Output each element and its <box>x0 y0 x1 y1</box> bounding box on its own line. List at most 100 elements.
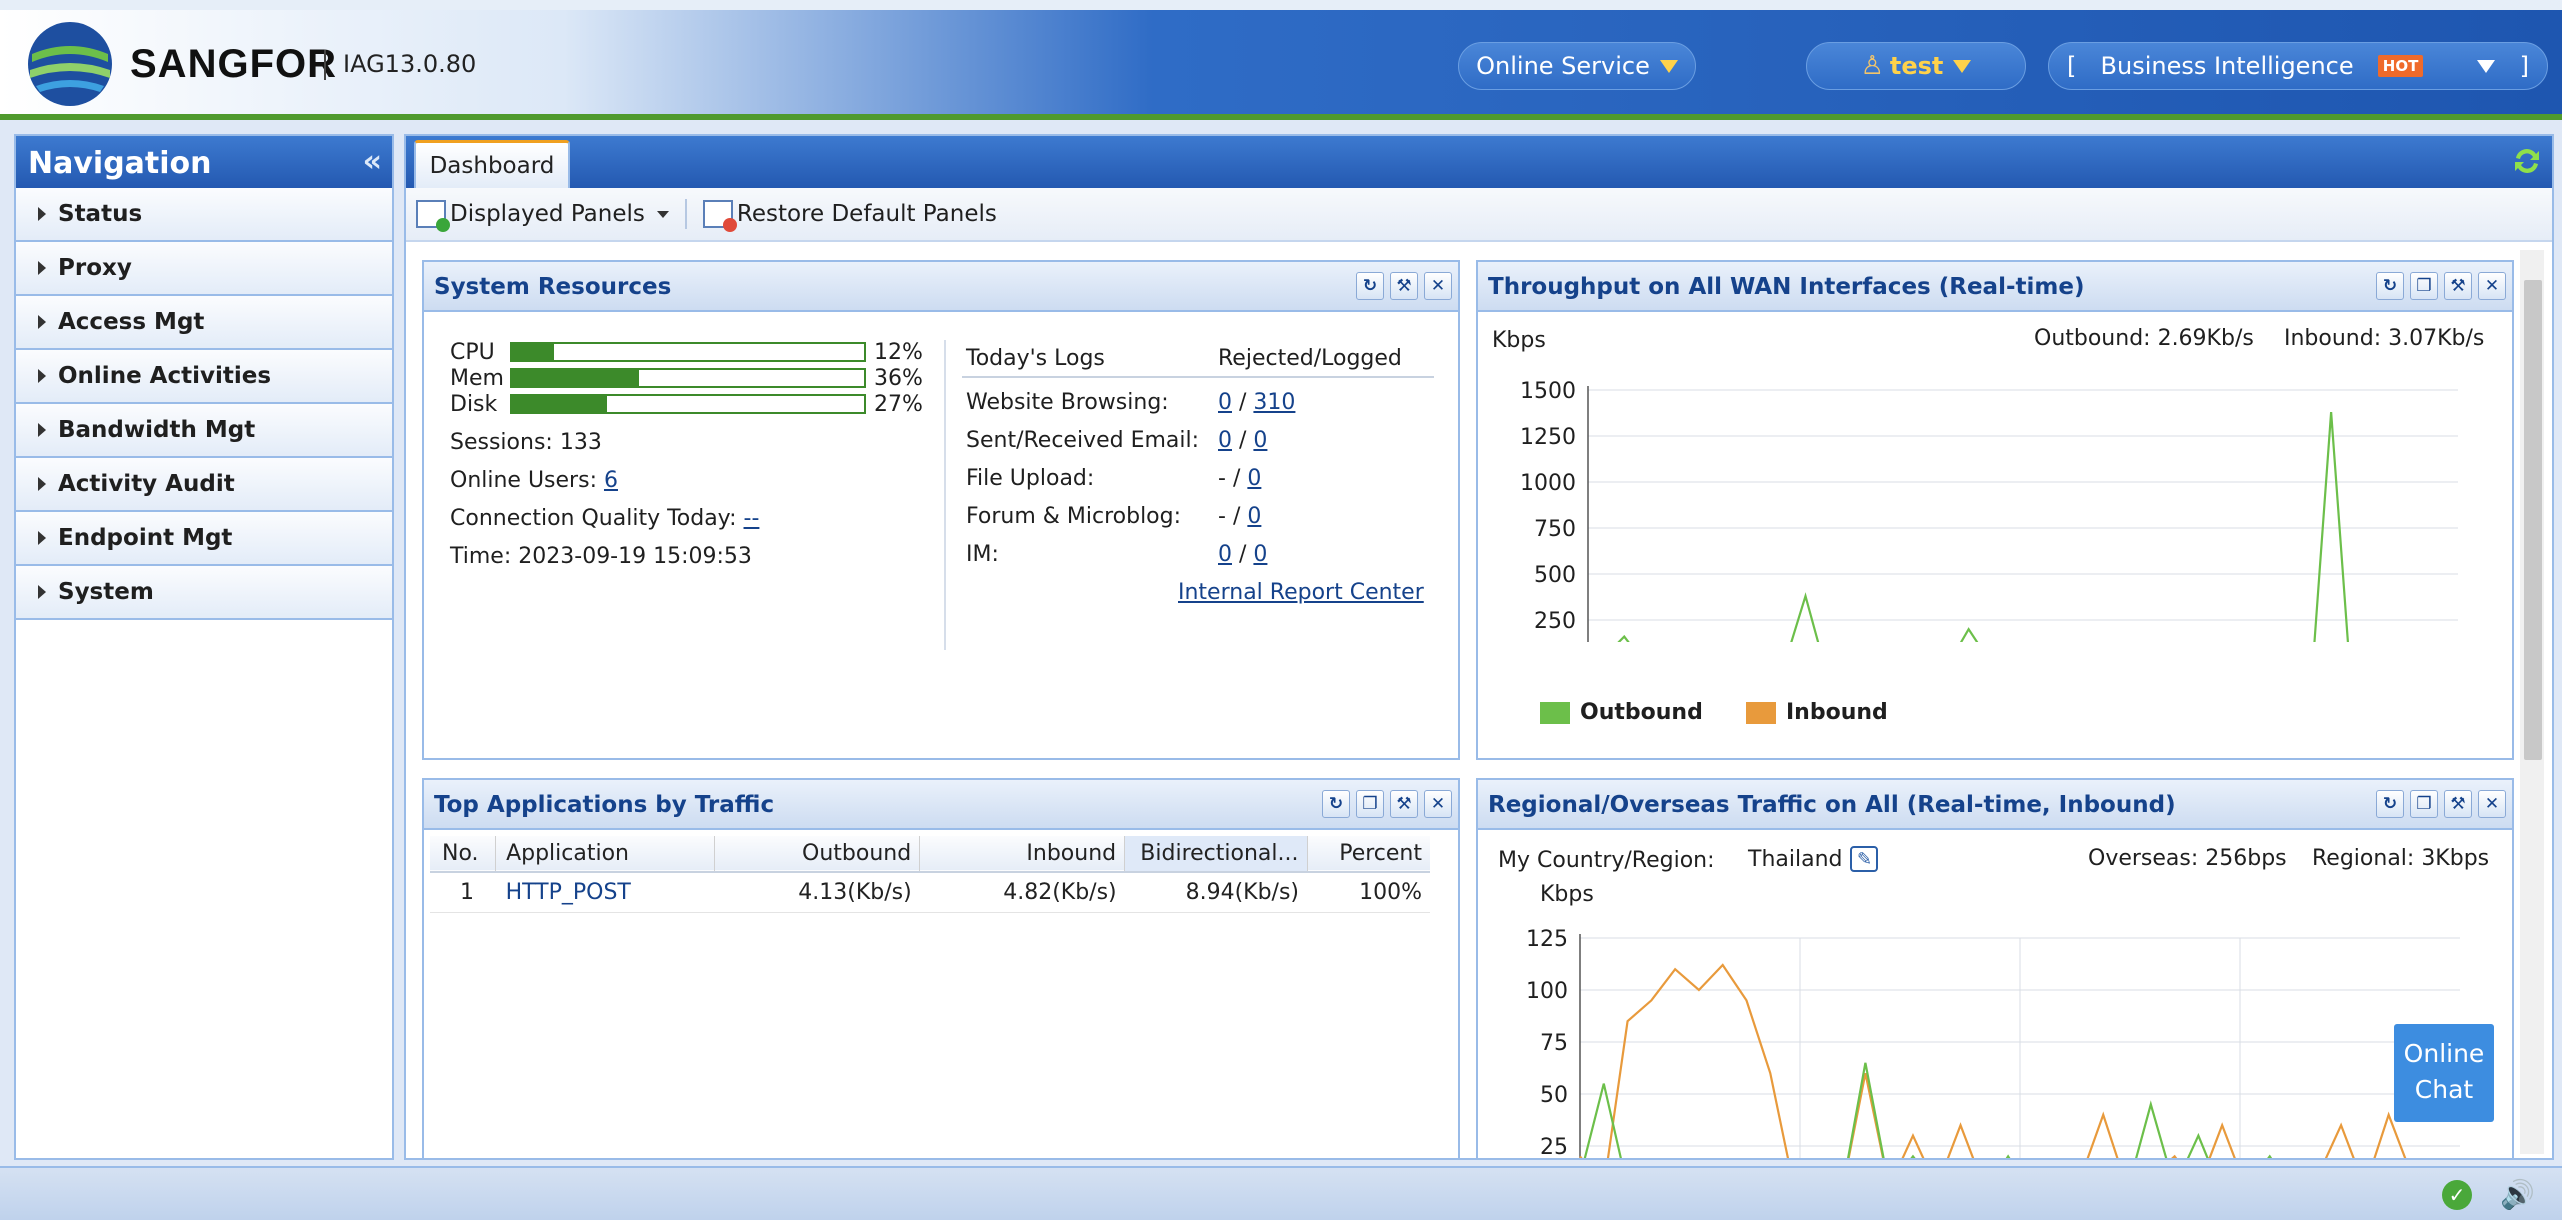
column-header[interactable]: Bidirectional... <box>1124 836 1308 872</box>
expand-arrow-icon <box>38 207 46 221</box>
log-rejected-link[interactable]: 0 <box>1218 390 1232 415</box>
refresh-icon[interactable]: ↻ <box>1322 790 1350 818</box>
close-icon[interactable]: ✕ <box>1424 272 1452 300</box>
top-applications-panel: Top Applications by Traffic ↻ ❐ ⚒ ✕ No. … <box>422 778 1460 1160</box>
mem-label: Mem <box>450 366 504 391</box>
edit-icon[interactable]: ✎ <box>1850 846 1879 872</box>
displayed-panels-button[interactable]: Displayed Panels <box>416 200 669 232</box>
collapse-icon[interactable]: « <box>363 144 382 179</box>
mem-bar <box>510 368 866 388</box>
regional-traffic-panel: Regional/Overseas Traffic on All (Real-t… <box>1476 778 2514 1160</box>
nav-item-label: Status <box>58 201 143 227</box>
chat-line2: Chat <box>2414 1075 2474 1104</box>
nav-item-access-mgt[interactable]: Access Mgt <box>16 296 392 350</box>
hot-badge: HOT <box>2377 55 2424 77</box>
maximize-icon[interactable]: ❐ <box>2410 790 2438 818</box>
log-label: IM: <box>966 542 999 567</box>
legend-swatch <box>1540 701 1570 724</box>
expand-arrow-icon <box>38 531 46 545</box>
close-icon[interactable]: ✕ <box>1424 790 1452 818</box>
log-values: - / 0 <box>1218 504 1261 529</box>
outbound-rate: Outbound: 2.69Kb/s <box>2034 326 2254 351</box>
scrollbar-thumb[interactable] <box>2524 280 2542 760</box>
close-icon[interactable]: ✕ <box>2478 272 2506 300</box>
column-header[interactable]: Percent <box>1307 836 1430 872</box>
inbound-rate: Inbound: 3.07Kb/s <box>2284 326 2485 351</box>
panel-title: Regional/Overseas Traffic on All (Real-t… <box>1488 792 2176 818</box>
legend-label: Outbound <box>1580 700 1703 725</box>
caret-down-icon <box>2477 59 2496 73</box>
nav-item-status[interactable]: Status <box>16 188 392 242</box>
nav-item-proxy[interactable]: Proxy <box>16 242 392 296</box>
log-logged-link[interactable]: 0 <box>1253 428 1267 453</box>
close-icon[interactable]: ✕ <box>2478 790 2506 818</box>
column-header[interactable]: Outbound <box>714 836 921 872</box>
settings-wrench-icon[interactable]: ⚒ <box>1390 790 1418 818</box>
disk-bar-fill <box>512 396 608 412</box>
online-chat-button[interactable]: Online Chat <box>2394 1024 2494 1122</box>
sound-icon[interactable]: 🔊 <box>2500 1178 2535 1211</box>
cell-application[interactable]: HTTP_POST <box>496 872 715 912</box>
restore-default-panels-button[interactable]: Restore Default Panels <box>702 200 997 232</box>
log-values: - / 0 <box>1218 466 1261 491</box>
log-label: File Upload: <box>966 466 1095 491</box>
tab-dashboard[interactable]: Dashboard <box>414 140 570 188</box>
cpu-label: CPU <box>450 340 495 365</box>
nav-item-online-activities[interactable]: Online Activities <box>16 350 392 404</box>
log-logged-link[interactable]: 0 <box>1247 466 1261 491</box>
panel-title: Top Applications by Traffic <box>434 792 775 818</box>
regional-rate: Regional: 3Kbps <box>2312 846 2490 871</box>
caret-down-icon <box>1953 59 1972 73</box>
table-row[interactable]: 1 HTTP_POST 4.13(Kb/s) 4.82(Kb/s) 8.94(K… <box>430 872 1430 912</box>
column-header[interactable]: Inbound <box>919 836 1126 872</box>
refresh-icon[interactable]: ↻ <box>2376 790 2404 818</box>
legend-swatch <box>1746 701 1776 724</box>
dashboard-toolbar: Displayed Panels Restore Default Panels <box>406 188 2552 242</box>
expand-arrow-icon <box>38 369 46 383</box>
settings-wrench-icon[interactable]: ⚒ <box>1390 272 1418 300</box>
y-tick-label: 750 <box>1534 517 1576 542</box>
column-header[interactable]: Application <box>495 836 716 872</box>
nav-item-endpoint-mgt[interactable]: Endpoint Mgt <box>16 512 392 566</box>
caret-down-icon <box>656 210 669 218</box>
nav-item-system[interactable]: System <box>16 566 392 620</box>
nav-item-activity-audit[interactable]: Activity Audit <box>16 458 392 512</box>
log-logged-link[interactable]: 0 <box>1253 542 1267 567</box>
refresh-icon[interactable]: ↻ <box>2376 272 2404 300</box>
cpu-bar <box>510 342 866 362</box>
expand-arrow-icon <box>38 585 46 599</box>
log-rejected-link[interactable]: 0 <box>1218 542 1232 567</box>
column-header[interactable]: No. <box>430 836 497 872</box>
country-label: My Country/Region: <box>1498 848 1715 873</box>
time-value: 2023-09-19 15:09:53 <box>518 544 752 569</box>
navigation-header: Navigation « <box>16 136 392 188</box>
online-users-link[interactable]: 6 <box>604 468 618 493</box>
slash: / <box>1232 504 1241 529</box>
log-rejected-link[interactable]: 0 <box>1218 428 1232 453</box>
status-ok-icon[interactable]: ✓ <box>2442 1180 2472 1210</box>
nav-item-bandwidth-mgt[interactable]: Bandwidth Mgt <box>16 404 392 458</box>
maximize-icon[interactable]: ❐ <box>1356 790 1384 818</box>
internal-report-center-link[interactable]: Internal Report Center <box>1178 580 1424 605</box>
log-logged-link[interactable]: 0 <box>1247 504 1261 529</box>
legend-inbound[interactable]: Inbound <box>1746 700 1888 725</box>
sessions-value: 133 <box>559 430 602 455</box>
restore-label: Restore Default Panels <box>736 201 997 227</box>
expand-arrow-icon <box>38 261 46 275</box>
status-footer: ✓ 🔊 <box>0 1166 2562 1220</box>
online-service-menu[interactable]: Online Service <box>1458 42 1696 90</box>
settings-wrench-icon[interactable]: ⚒ <box>2444 272 2472 300</box>
business-intelligence-menu[interactable]: [ Business Intelligence HOT ] <box>2048 42 2548 90</box>
navigation-panel: Navigation « Status Proxy Access Mgt Onl… <box>14 134 394 1160</box>
settings-wrench-icon[interactable]: ⚒ <box>2444 790 2472 818</box>
user-menu[interactable]: ♙ test <box>1806 42 2026 90</box>
refresh-icon[interactable]: ↻ <box>1356 272 1384 300</box>
legend-outbound[interactable]: Outbound <box>1540 700 1703 725</box>
log-logged-link[interactable]: 310 <box>1253 390 1295 415</box>
log-label: Forum & Microblog: <box>966 504 1182 529</box>
connection-quality-link[interactable]: -- <box>744 506 760 531</box>
panel-title: System Resources <box>434 274 672 300</box>
refresh-icon[interactable] <box>2510 144 2544 178</box>
throughput-panel: Throughput on All WAN Interfaces (Real-t… <box>1476 260 2514 760</box>
maximize-icon[interactable]: ❐ <box>2410 272 2438 300</box>
